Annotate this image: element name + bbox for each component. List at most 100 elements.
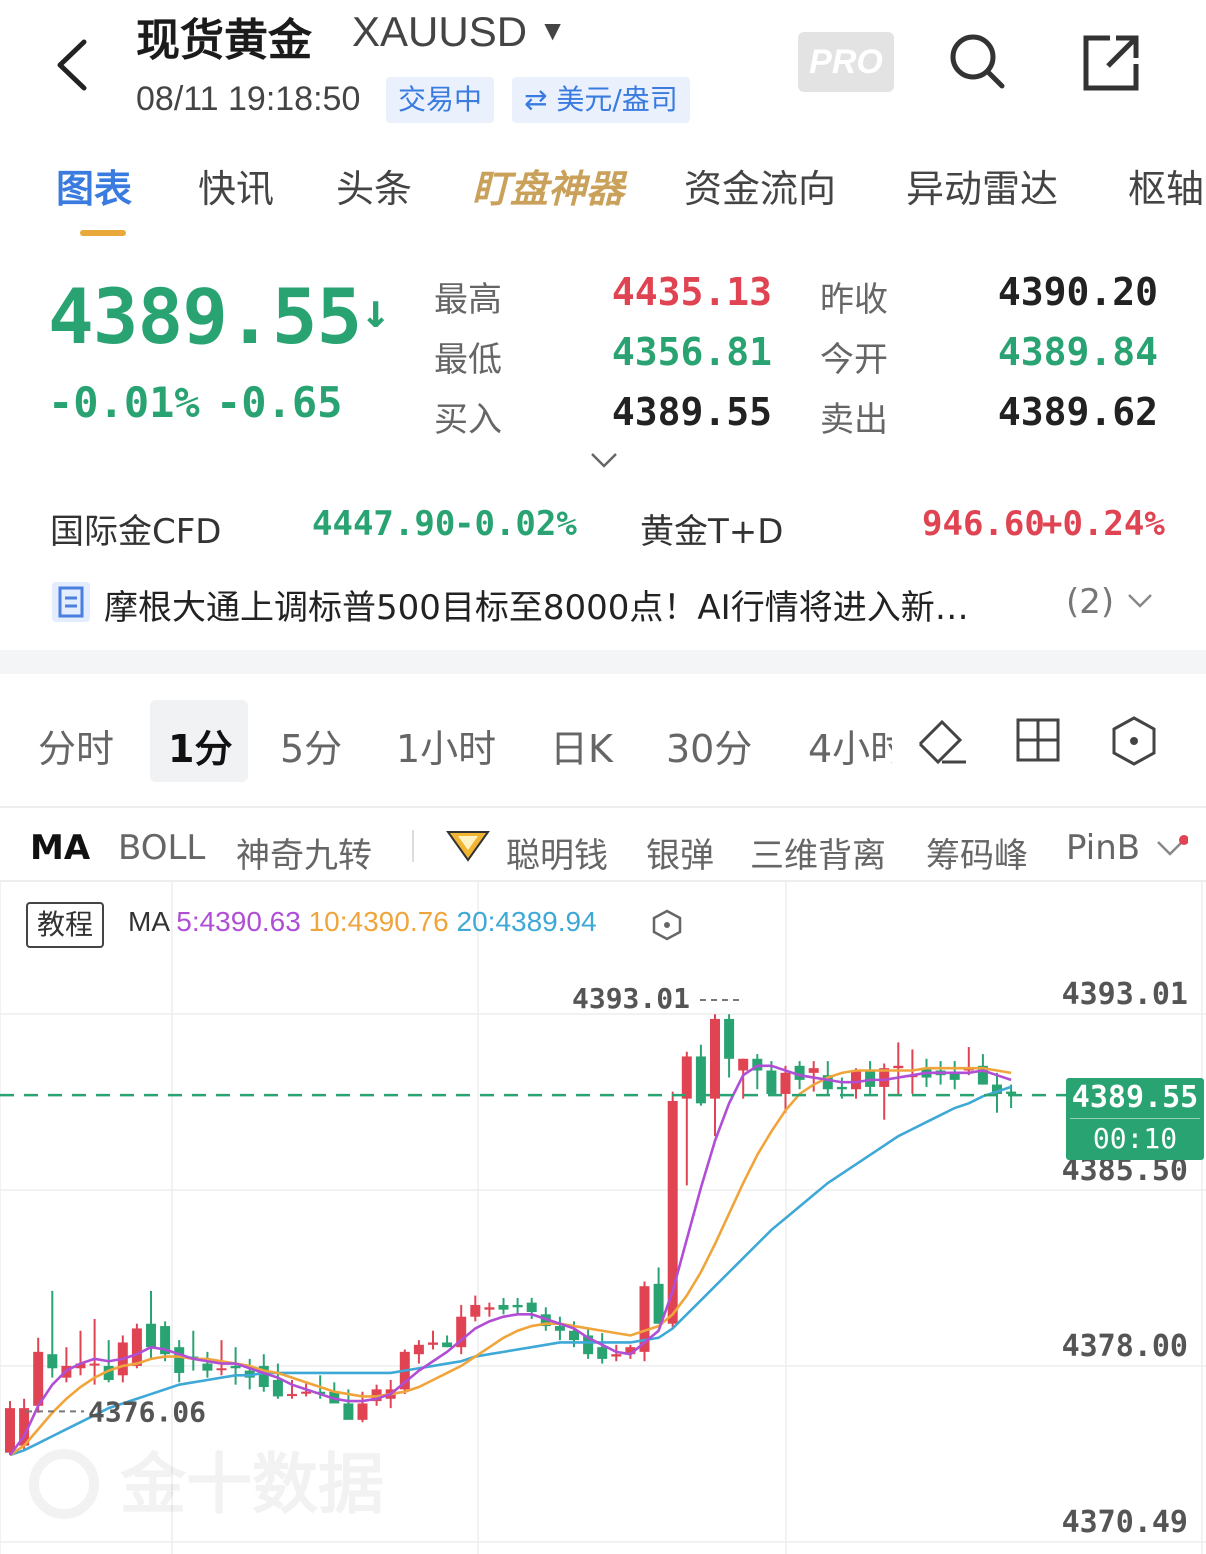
period-timeshare[interactable]: 分时: [38, 718, 114, 773]
news-headline[interactable]: 摩根大通上调标普500目标至8000点！AI行情将进入新…: [104, 580, 1044, 629]
tab-flash-news[interactable]: 快讯: [198, 158, 274, 213]
candle-body: [893, 1065, 904, 1069]
candle-body: [47, 1354, 58, 1369]
news-count: (2): [1066, 582, 1115, 622]
td-change: +0.24%: [1042, 504, 1165, 544]
period-4h[interactable]: 4小时: [808, 718, 892, 773]
candle-body: [89, 1363, 100, 1366]
indicator-boll[interactable]: BOLL: [118, 828, 205, 868]
ask-label: 卖出: [820, 400, 888, 440]
candle: [442, 1335, 453, 1348]
candle: [865, 1061, 876, 1094]
symbol-label: XAUUSD: [352, 8, 528, 55]
back-button[interactable]: [40, 30, 110, 100]
indicator-nine-turn[interactable]: 神奇九转: [236, 828, 372, 877]
candle-body: [710, 1018, 720, 1099]
period-5m[interactable]: 5分: [280, 718, 342, 773]
tab-anomaly-radar[interactable]: 异动雷达: [906, 158, 1058, 213]
candle: [512, 1297, 523, 1315]
indicator-silver-bullet[interactable]: 银弹: [646, 828, 714, 877]
candle: [5, 1401, 15, 1456]
max-price-marker: 4393.01: [572, 982, 690, 1015]
candle-body: [597, 1347, 608, 1359]
candle-countdown: 00:10: [1092, 1122, 1178, 1155]
bid-value: 4389.55: [611, 390, 772, 434]
tab-monitor-tool[interactable]: 盯盘神器: [472, 158, 624, 213]
indicator-chip-peak[interactable]: 筹码峰: [926, 828, 1028, 877]
symbol-selector[interactable]: XAUUSD ▼: [352, 8, 566, 56]
layout-button[interactable]: [1014, 716, 1062, 764]
candle-body: [33, 1351, 44, 1406]
hexagon-settings-icon: [1112, 716, 1156, 766]
candle-body: [202, 1363, 213, 1371]
indicator-pinbar[interactable]: PinB: [1066, 828, 1142, 868]
candle: [893, 1042, 904, 1094]
hexagon-settings-icon: [652, 909, 682, 941]
indicator-expand-button[interactable]: [1156, 834, 1189, 860]
chevron-left-icon: [57, 39, 87, 91]
candle-body: [146, 1323, 156, 1348]
min-price-marker: 4376.06: [88, 1395, 206, 1428]
period-1m[interactable]: 1分: [168, 718, 232, 773]
ma-settings-button[interactable]: [650, 908, 684, 942]
td-label[interactable]: 黄金T+D: [640, 504, 783, 553]
period-row-divider: [0, 806, 1206, 808]
instrument-title: 现货黄金: [136, 15, 312, 66]
expand-quote-button[interactable]: [588, 448, 620, 472]
candle-body: [554, 1326, 565, 1331]
indicator-3d-divergence[interactable]: 三维背离: [750, 828, 886, 877]
search-icon: [950, 34, 1005, 89]
caret-down-icon: ▼: [538, 15, 567, 46]
candle-body: [301, 1391, 312, 1394]
tab-chart[interactable]: 图表: [56, 158, 132, 213]
tutorial-button[interactable]: 教程: [26, 902, 104, 948]
tab-headlines[interactable]: 头条: [336, 158, 412, 213]
candle-body: [428, 1342, 438, 1345]
candle: [174, 1340, 185, 1383]
candle: [216, 1340, 227, 1376]
candle: [879, 1063, 890, 1120]
low-value: 4356.81: [611, 330, 772, 374]
search-button[interactable]: [946, 30, 1008, 92]
chart-settings-button[interactable]: [1108, 714, 1160, 768]
period-30m[interactable]: 30分: [666, 718, 752, 773]
prev-close-value: 4390.20: [997, 270, 1158, 314]
ma20-value: 20:4389.94: [456, 906, 597, 937]
pro-button[interactable]: PRO: [798, 32, 894, 92]
period-1h[interactable]: 1小时: [396, 718, 496, 773]
tab-pivot[interactable]: 枢轴: [1128, 158, 1204, 213]
change-amount: -0.65: [216, 378, 343, 427]
drawing-tool-button[interactable]: [914, 714, 970, 770]
share-button[interactable]: [1080, 32, 1142, 94]
candle-body: [836, 1086, 847, 1090]
last-price-value: 4389.55: [48, 272, 362, 361]
candle-body: [230, 1365, 241, 1369]
candle-body: [343, 1403, 354, 1420]
candle-body: [470, 1304, 481, 1317]
ask-value: 4389.62: [997, 390, 1158, 434]
candlestick-chart[interactable]: 4393.014385.504378.004370.49 金十数据 4393.0…: [0, 882, 1206, 1554]
tab-fund-flow[interactable]: 资金流向: [684, 158, 836, 213]
candle-body: [216, 1368, 227, 1371]
candle-body: [442, 1342, 453, 1348]
candle-body: [512, 1304, 523, 1308]
candle: [752, 1054, 763, 1090]
candle: [456, 1304, 467, 1355]
trading-status-badge: 交易中: [386, 77, 495, 123]
news-expand-button[interactable]: [1126, 590, 1154, 612]
candle: [202, 1351, 213, 1378]
cfd-label[interactable]: 国际金CFD: [50, 504, 221, 553]
candle: [695, 1044, 706, 1106]
candle: [470, 1295, 481, 1322]
indicator-smart-money[interactable]: 聪明钱: [506, 828, 608, 877]
ma10-value: 10:4390.76: [308, 906, 449, 937]
candle-body: [526, 1302, 537, 1312]
indicator-ma[interactable]: MA: [30, 828, 90, 868]
candle-body: [681, 1056, 692, 1099]
period-daily[interactable]: 日K: [550, 718, 613, 773]
candle: [949, 1061, 960, 1090]
candle-body: [287, 1394, 297, 1397]
active-tab-indicator: [80, 230, 126, 236]
candle: [710, 1014, 720, 1137]
currency-unit-toggle[interactable]: ⇄ 美元/盎司: [512, 77, 690, 123]
